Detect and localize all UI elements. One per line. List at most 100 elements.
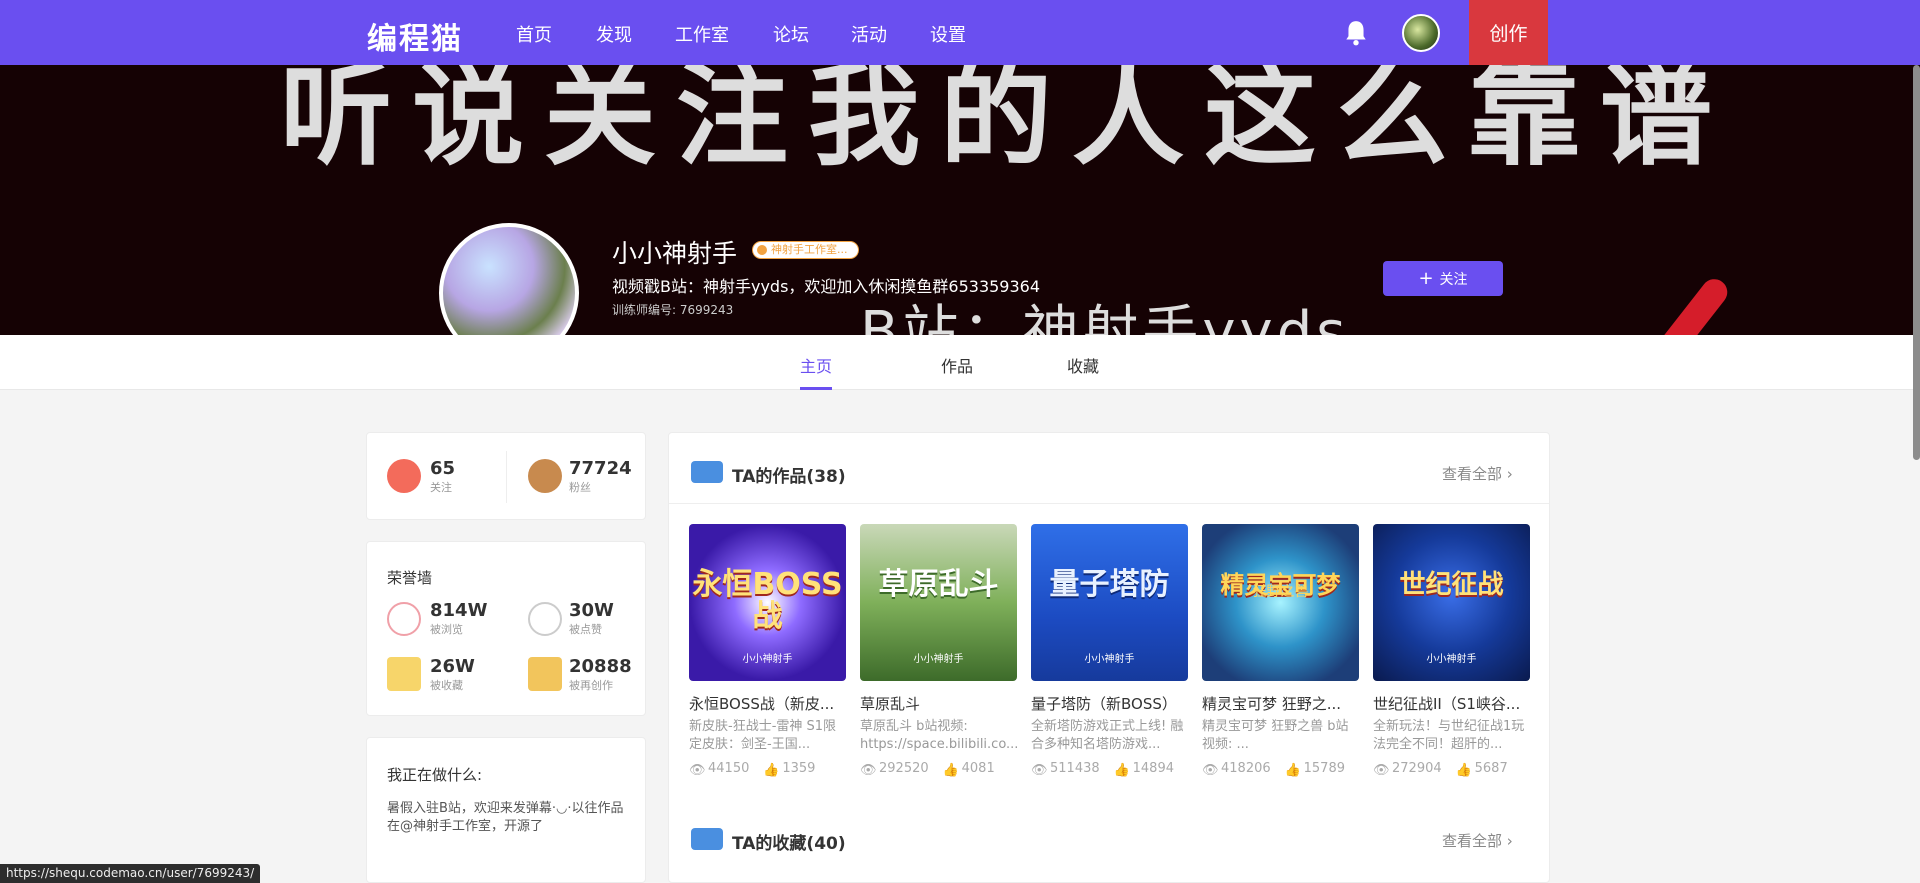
work-description: 新皮肤-狂战士-雷神 S1限定皮肤：剑圣-王国... (689, 719, 837, 752)
thumb-up-icon: 👍 (1113, 762, 1130, 778)
work-card[interactable]: 世纪征战 小小神射手 世纪征战II（S1峡谷... 全新玩法！与世纪征战1玩法完… (1373, 524, 1530, 778)
work-title[interactable]: 世纪征战II（S1峡谷... (1373, 693, 1530, 714)
views-label: 被浏览 (430, 623, 463, 636)
thumbnail-title: 永恒BOSS战 (692, 567, 843, 634)
studio-badge-label: 神射手工作室... (771, 243, 848, 256)
work-card[interactable]: 永恒BOSS战 小小神射手 永恒BOSS战（新皮... 新皮肤-狂战士-雷神 S… (689, 524, 846, 778)
doing-card: 我正在做什么: 暑假入驻B站，欢迎来发弹幕·◡·以往作品在@神射手工作室，开源了 (366, 737, 646, 883)
collections-see-all-link[interactable]: 查看全部 › (1442, 830, 1513, 851)
user-avatar[interactable] (1402, 14, 1440, 52)
work-title[interactable]: 精灵宝可梦 狂野之... (1202, 693, 1359, 714)
work-title[interactable]: 草原乱斗 (860, 693, 1017, 714)
fans-icon (528, 459, 562, 493)
like-count: 4081 (961, 761, 995, 776)
create-button[interactable]: 创作 (1469, 0, 1548, 65)
recreate-label: 被再创作 (569, 679, 613, 692)
nav-item-forum[interactable]: 论坛 (773, 21, 809, 47)
section-divider (669, 503, 1549, 504)
fans-stat[interactable]: 77724 粉丝 (569, 458, 632, 495)
plus-icon: + (1418, 267, 1434, 289)
honor-wall-title: 荣誉墙 (387, 569, 433, 587)
following-icon (387, 459, 421, 493)
eye-icon (387, 602, 421, 636)
thumbnail-author: 小小神射手 (913, 654, 964, 665)
status-bar-url: https://shequ.codemao.cn/user/7699243/ (0, 864, 261, 883)
site-logo[interactable]: 编程猫 (367, 14, 463, 58)
work-card[interactable]: 量子塔防 小小神射手 量子塔防（新BOSS） 全新塔防游戏正式上线! 融合多种知… (1031, 524, 1188, 778)
view-count: 292520 (879, 761, 929, 776)
eye-icon: 👁 (860, 762, 877, 778)
work-thumbnail[interactable]: 草原乱斗 小小神射手 (860, 524, 1017, 681)
works-see-all-link[interactable]: 查看全部 › (1442, 463, 1513, 484)
view-count: 511438 (1050, 761, 1100, 776)
views-count: 814W (430, 600, 488, 621)
thumbnail-author: 小小神射手 (742, 654, 793, 665)
view-count: 418206 (1221, 761, 1271, 776)
work-thumbnail[interactable]: 量子塔防 小小神射手 (1031, 524, 1188, 681)
work-card[interactable]: 草原乱斗 小小神射手 草原乱斗 草原乱斗 b站视频: https://space… (860, 524, 1017, 778)
thumb-up-icon: 👍 (942, 762, 959, 778)
work-meta: 👁 511438 👍 14894 (1031, 761, 1188, 778)
like-count: 14894 (1132, 761, 1174, 776)
collects-stat: 26W 被收藏 (430, 656, 475, 693)
profile-name: 小小神射手 (612, 239, 738, 268)
fans-count: 77724 (569, 458, 632, 479)
work-description: 全新玩法！与世纪征战1玩法完全不同！超肝的... (1373, 719, 1525, 752)
nav-item-events[interactable]: 活动 (851, 21, 887, 47)
thumbnail-title: 世纪征战 (1399, 570, 1504, 600)
work-thumbnail[interactable]: 精灵宝可梦 狂野之兽 (1202, 524, 1359, 681)
view-count: 44150 (708, 761, 750, 776)
thumb-up-icon: 👍 (763, 762, 780, 778)
thumbnail-title: 量子塔防 (1049, 567, 1170, 602)
tab-collections[interactable]: 收藏 (1067, 353, 1099, 377)
star-box-icon (387, 657, 421, 691)
banner-decoration (1613, 273, 1733, 335)
follow-stats-card: 65 关注 77724 粉丝 (366, 432, 646, 520)
nav-item-studio[interactable]: 工作室 (675, 21, 729, 47)
work-title[interactable]: 量子塔防（新BOSS） (1031, 693, 1188, 714)
thumb-up-icon: 👍 (1455, 762, 1472, 778)
work-title[interactable]: 永恒BOSS战（新皮... (689, 693, 846, 714)
profile-bio: 视频戳B站：神射手yyds，欢迎加入休闲摸鱼群653359364 (612, 277, 1041, 296)
recreate-stat: 20888 被再创作 (569, 656, 632, 693)
divider (506, 451, 507, 503)
work-description: 全新塔防游戏正式上线! 融合多种知名塔防游戏... (1031, 719, 1184, 752)
eye-icon: 👁 (1031, 762, 1048, 778)
eye-icon: 👁 (1202, 762, 1219, 778)
doing-text: 暑假入驻B站，欢迎来发弹幕·◡·以往作品在@神射手工作室，开源了 (387, 801, 624, 834)
thumbnail-title: 草原乱斗 (878, 567, 999, 602)
chevron-right-icon: › (1506, 832, 1513, 850)
work-thumbnail[interactable]: 世纪征战 小小神射手 (1373, 524, 1530, 681)
nav-item-discover[interactable]: 发现 (596, 21, 632, 47)
follow-button-label: 关注 (1439, 271, 1468, 288)
eye-icon: 👁 (1373, 762, 1390, 778)
thumb-up-icon: 👍 (1284, 762, 1301, 778)
tab-active-indicator (800, 387, 832, 390)
works-see-all-label: 查看全部 (1442, 465, 1503, 483)
nav-item-settings[interactable]: 设置 (930, 21, 966, 47)
work-card[interactable]: 精灵宝可梦 狂野之兽 精灵宝可梦 狂野之... 精灵宝可梦 狂野之兽 b站视频:… (1202, 524, 1359, 778)
recreate-count: 20888 (569, 656, 632, 677)
works-section-icon (691, 461, 723, 483)
likes-stat: 30W 被点赞 (569, 600, 614, 637)
eye-icon: 👁 (689, 762, 706, 778)
page-scrollbar[interactable] (1913, 65, 1920, 460)
like-count: 5687 (1474, 761, 1508, 776)
nav-item-home[interactable]: 首页 (516, 21, 552, 47)
like-count: 15789 (1303, 761, 1345, 776)
follow-button[interactable]: + 关注 (1383, 261, 1503, 296)
work-meta: 👁 44150 👍 1359 (689, 761, 846, 778)
work-thumbnail[interactable]: 永恒BOSS战 小小神射手 (689, 524, 846, 681)
profile-tabs: 主页 作品 收藏 (0, 335, 1920, 390)
tab-works[interactable]: 作品 (941, 353, 973, 377)
studio-badge[interactable]: 神射手工作室... (752, 241, 859, 259)
chevron-right-icon: › (1506, 465, 1513, 483)
thumbnail-subtitle: 狂野之兽 (1252, 584, 1309, 600)
following-stat[interactable]: 65 关注 (430, 458, 455, 495)
collects-label: 被收藏 (430, 679, 463, 692)
work-description: 精灵宝可梦 狂野之兽 b站视频: ... (1202, 719, 1349, 752)
bell-icon[interactable] (1343, 19, 1369, 47)
view-count: 272904 (1392, 761, 1442, 776)
tab-home[interactable]: 主页 (800, 353, 832, 377)
banner-text-top: 听说关注我的人这么靠谱 (280, 65, 1732, 181)
